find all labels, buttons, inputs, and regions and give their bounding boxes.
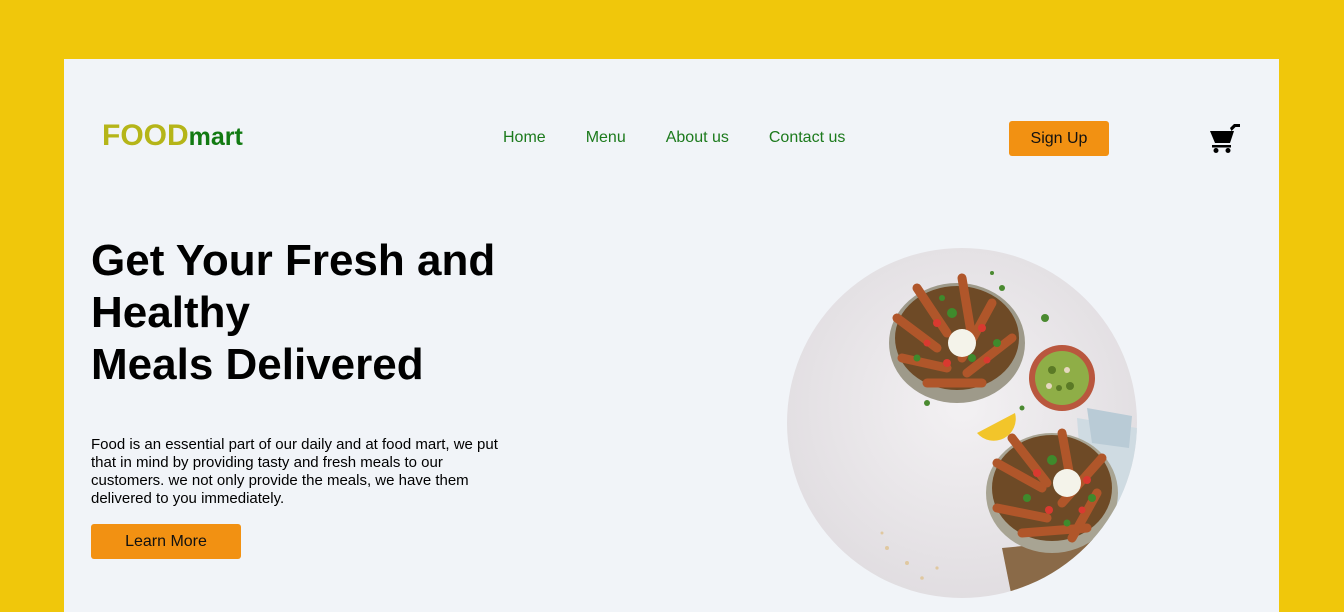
nav-item-menu[interactable]: Menu <box>586 129 626 147</box>
nav-item-contact[interactable]: Contact us <box>769 129 845 147</box>
learn-more-button[interactable]: Learn More <box>91 524 241 559</box>
main-card: FOODmart Home Menu About us Contact us S… <box>64 59 1279 612</box>
main-nav: Home Menu About us Contact us <box>503 129 845 147</box>
food-bowls-photo <box>787 248 1137 598</box>
hero-title-line3: Meals Delivered <box>91 340 424 389</box>
hero-title-line1: Get Your Fresh and <box>91 236 496 285</box>
signup-button[interactable]: Sign Up <box>1009 121 1109 156</box>
logo-food-text: FOOD <box>102 119 189 152</box>
hero-title: Get Your Fresh and Healthy Meals Deliver… <box>91 235 571 391</box>
logo-mart-text: mart <box>188 123 243 151</box>
brand-logo[interactable]: FOODmart <box>102 121 243 151</box>
hero-description: Food is an essential part of our daily a… <box>91 436 498 507</box>
hero-title-line2: Healthy <box>91 288 250 337</box>
shopping-cart-icon[interactable] <box>1210 122 1244 154</box>
nav-item-about[interactable]: About us <box>666 129 729 147</box>
nav-item-home[interactable]: Home <box>503 129 546 147</box>
